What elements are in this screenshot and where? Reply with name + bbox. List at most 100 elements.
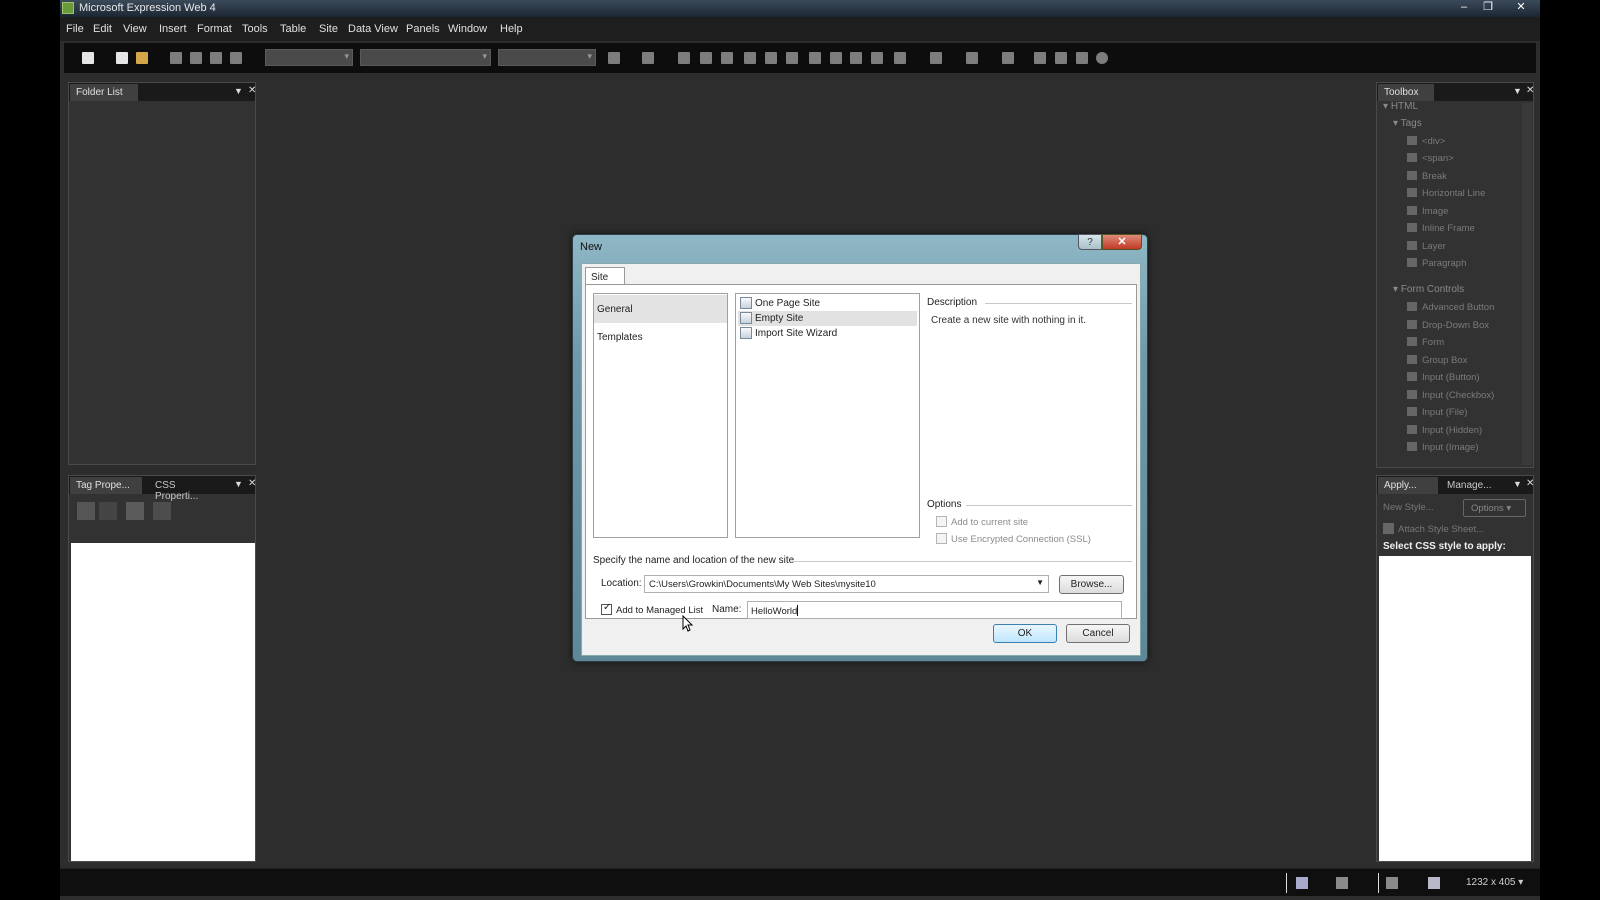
- pin-icon[interactable]: ▼: [234, 479, 243, 489]
- properties-list[interactable]: [71, 543, 255, 861]
- align-left-icon[interactable]: [744, 52, 756, 64]
- ssl-checkbox[interactable]: [936, 533, 947, 544]
- browse-button[interactable]: Browse...: [1059, 575, 1124, 594]
- css-styles-list[interactable]: [1379, 556, 1531, 861]
- category-general[interactable]: General: [594, 295, 727, 323]
- toolbox-item-input-checkbox[interactable]: Input (Checkbox): [1407, 390, 1494, 401]
- close-icon[interactable]: ✕: [248, 85, 256, 96]
- align-right-icon[interactable]: [786, 52, 798, 64]
- underline-icon[interactable]: [721, 52, 733, 64]
- circle-tool-icon[interactable]: [1096, 52, 1108, 64]
- toolbox-item-input-file[interactable]: Input (File): [1407, 407, 1467, 418]
- increase-indent-icon[interactable]: [871, 52, 883, 64]
- toolbox-item-drop-down-box[interactable]: Drop-Down Box: [1407, 320, 1489, 331]
- image-icon[interactable]: [1055, 52, 1067, 64]
- web-component-icon[interactable]: [1076, 52, 1088, 64]
- tab-site[interactable]: Site: [585, 267, 625, 285]
- font-size-dropdown[interactable]: [498, 49, 596, 66]
- menu-format[interactable]: Format: [197, 23, 232, 35]
- tab-toolbox[interactable]: Toolbox: [1378, 84, 1434, 101]
- save-icon[interactable]: [170, 52, 182, 64]
- menu-table[interactable]: Table: [280, 23, 306, 35]
- style-application-icon[interactable]: [1386, 877, 1398, 889]
- toolbox-scrollbar[interactable]: [1522, 103, 1532, 465]
- help-button[interactable]: ?: [1078, 234, 1102, 250]
- template-empty-site[interactable]: Empty Site: [738, 311, 917, 326]
- show-categorized-icon[interactable]: [77, 502, 95, 520]
- template-import-site-wizard[interactable]: Import Site Wizard: [738, 326, 917, 341]
- layers-icon[interactable]: [1002, 52, 1014, 64]
- attach-style-sheet-link[interactable]: Attach Style Sheet...: [1383, 523, 1484, 535]
- toolbox-item-div[interactable]: <div>: [1407, 136, 1445, 147]
- italic-icon[interactable]: [700, 52, 712, 64]
- numbered-list-icon[interactable]: [809, 52, 821, 64]
- borders-icon[interactable]: [894, 52, 906, 64]
- save-all-icon[interactable]: [190, 52, 202, 64]
- tab-manage-styles[interactable]: Manage...: [1441, 477, 1509, 494]
- menu-tools[interactable]: Tools: [242, 23, 268, 35]
- highlight-icon[interactable]: [930, 52, 942, 64]
- menu-view[interactable]: View: [123, 23, 147, 35]
- menu-site[interactable]: Site: [319, 23, 338, 35]
- toolbox-item-form[interactable]: Form: [1407, 337, 1444, 348]
- options-button[interactable]: Options ▾: [1463, 499, 1526, 517]
- menu-file[interactable]: File: [66, 23, 84, 35]
- page-size-icon[interactable]: [1428, 877, 1440, 889]
- ok-button[interactable]: OK: [993, 624, 1057, 643]
- add-to-managed-list-checkbox[interactable]: [601, 602, 612, 615]
- toolbox-item-input-button[interactable]: Input (Button): [1407, 372, 1480, 383]
- add-to-current-site-option[interactable]: Add to current site: [936, 516, 1028, 528]
- toolbox-item-layer[interactable]: Layer: [1407, 241, 1446, 252]
- location-combobox[interactable]: C:\Users\Growkin\Documents\My Web Sites\…: [644, 575, 1049, 593]
- add-to-current-site-checkbox[interactable]: [936, 516, 947, 527]
- font-color-icon[interactable]: [966, 52, 978, 64]
- menu-data-view[interactable]: Data View: [348, 23, 398, 35]
- toolbox-item-span[interactable]: <span>: [1407, 153, 1454, 164]
- toolbox-item-paragraph[interactable]: Paragraph: [1407, 258, 1466, 269]
- ssl-option[interactable]: Use Encrypted Connection (SSL): [936, 533, 1091, 545]
- menu-help[interactable]: Help: [500, 23, 523, 35]
- toolbox-item-input-image[interactable]: Input (Image): [1407, 442, 1479, 453]
- close-icon[interactable]: ✕: [248, 478, 256, 489]
- new-style-link[interactable]: New Style...: [1383, 502, 1434, 513]
- cancel-button[interactable]: Cancel: [1066, 624, 1130, 643]
- page-size-readout[interactable]: 1232 x 405 ▾: [1466, 877, 1523, 888]
- new-site-icon[interactable]: [116, 52, 128, 64]
- minimize-button[interactable]: ‒: [1452, 0, 1476, 15]
- table-icon[interactable]: [1034, 52, 1046, 64]
- bulleted-list-icon[interactable]: [830, 52, 842, 64]
- menu-insert[interactable]: Insert: [159, 23, 187, 35]
- toolbox-group-tags[interactable]: ▾ Tags: [1393, 118, 1422, 129]
- show-set-properties-icon[interactable]: [126, 502, 144, 520]
- toolbox-group-form-controls[interactable]: ▾ Form Controls: [1393, 284, 1464, 295]
- close-window-button[interactable]: ✕: [1504, 0, 1538, 15]
- tab-apply-styles[interactable]: Apply...: [1378, 477, 1438, 494]
- tab-tag-properties[interactable]: Tag Prope...: [70, 477, 142, 494]
- toolbox-item-input-hidden[interactable]: Input (Hidden): [1407, 425, 1482, 436]
- tab-folder-list[interactable]: Folder List: [70, 84, 138, 101]
- menu-panels[interactable]: Panels: [406, 23, 440, 35]
- open-icon[interactable]: [136, 52, 148, 64]
- style-dropdown[interactable]: [265, 49, 353, 66]
- compatibility-icon[interactable]: [1296, 877, 1308, 889]
- toolbox-item-group-box[interactable]: Group Box: [1407, 355, 1467, 366]
- toolbox-item-advanced-button[interactable]: Advanced Button: [1407, 302, 1494, 313]
- chevron-down-icon[interactable]: ▼: [1036, 578, 1044, 587]
- toolbox-item-horizontal-line[interactable]: Horizontal Line: [1407, 188, 1485, 199]
- tab-css-properties[interactable]: CSS Properti...: [149, 477, 225, 502]
- bold-icon[interactable]: [678, 52, 690, 64]
- menu-window[interactable]: Window: [448, 23, 487, 35]
- view-options-icon[interactable]: [153, 502, 171, 520]
- toolbox-group-html[interactable]: ▾ HTML: [1383, 101, 1418, 112]
- sort-alpha-icon[interactable]: [99, 502, 117, 520]
- font-family-dropdown[interactable]: [360, 49, 491, 66]
- new-page-icon[interactable]: [82, 52, 94, 64]
- publish-icon[interactable]: [210, 52, 222, 64]
- pin-icon[interactable]: ▼: [234, 86, 243, 96]
- restore-button[interactable]: ❐: [1476, 0, 1500, 15]
- dialog-close-button[interactable]: ✕: [1102, 234, 1142, 250]
- decrease-indent-icon[interactable]: [850, 52, 862, 64]
- site-name-field[interactable]: HelloWorld: [747, 601, 1122, 619]
- category-templates[interactable]: Templates: [594, 323, 727, 351]
- redo-icon[interactable]: [642, 52, 654, 64]
